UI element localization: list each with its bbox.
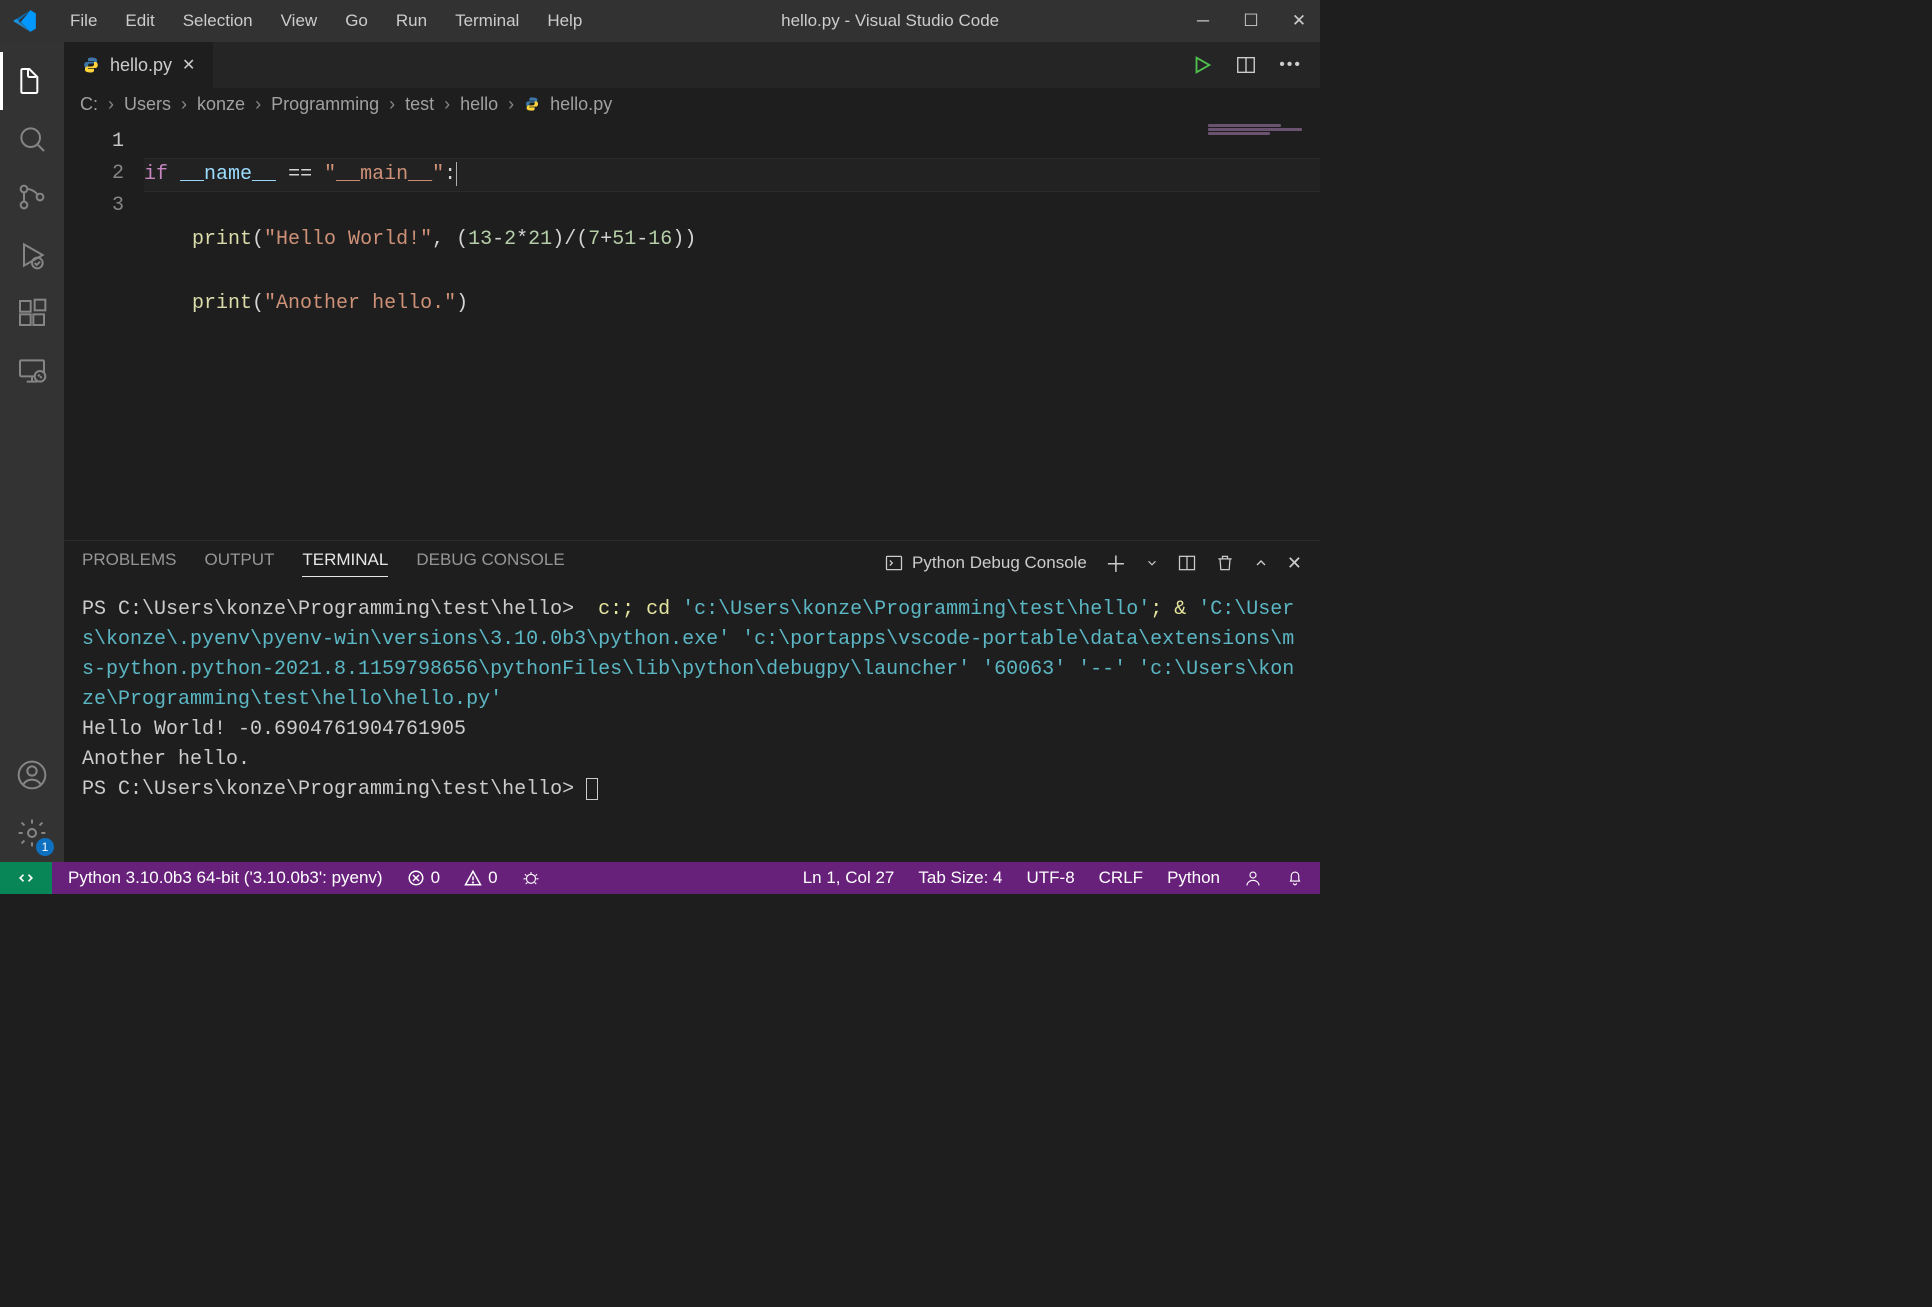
status-warnings[interactable]: 0 (460, 868, 501, 888)
breadcrumb-seg[interactable]: konze (197, 94, 245, 115)
close-icon[interactable]: ✕ (1290, 11, 1308, 31)
activity-explorer[interactable] (0, 52, 64, 110)
tab-hello-py[interactable]: hello.py ✕ (64, 42, 214, 88)
minimize-icon[interactable]: ─ (1194, 11, 1212, 31)
menu-edit[interactable]: Edit (111, 11, 168, 31)
breadcrumb-seg[interactable]: Users (124, 94, 171, 115)
maximize-panel-icon[interactable] (1253, 555, 1269, 571)
python-file-icon (82, 56, 100, 74)
activity-bar: 1 (0, 42, 64, 862)
editor-tabs: hello.py ✕ ••• (64, 42, 1320, 88)
activity-account[interactable] (0, 746, 64, 804)
more-actions-icon[interactable]: ••• (1279, 56, 1302, 74)
kill-terminal-icon[interactable] (1215, 553, 1235, 573)
python-file-icon (524, 96, 540, 112)
editor[interactable]: 1 2 3 if __name__ == "__main__": print("… (64, 120, 1320, 540)
activity-search[interactable] (0, 110, 64, 168)
status-indent[interactable]: Tab Size: 4 (914, 868, 1006, 888)
remote-indicator[interactable] (0, 862, 52, 894)
split-editor-icon[interactable] (1235, 54, 1257, 76)
tab-close-icon[interactable]: ✕ (182, 55, 195, 75)
status-debug[interactable] (518, 869, 544, 887)
activity-settings[interactable]: 1 (0, 804, 64, 862)
menu-view[interactable]: View (267, 11, 332, 31)
breadcrumb-seg[interactable]: test (405, 94, 434, 115)
statusbar: Python 3.10.0b3 64-bit ('3.10.0b3': pyen… (0, 862, 1320, 894)
terminal-dropdown-icon[interactable] (1145, 556, 1159, 570)
maximize-icon[interactable]: ☐ (1242, 11, 1260, 31)
panel-tab-output[interactable]: OUTPUT (204, 550, 274, 576)
status-feedback-icon[interactable] (1240, 869, 1266, 887)
split-terminal-icon[interactable] (1177, 553, 1197, 573)
menu-help[interactable]: Help (533, 11, 596, 31)
titlebar: File Edit Selection View Go Run Terminal… (0, 0, 1320, 42)
window-title: hello.py - Visual Studio Code (596, 11, 1184, 31)
menu-selection[interactable]: Selection (169, 11, 267, 31)
menu-terminal[interactable]: Terminal (441, 11, 533, 31)
close-panel-icon[interactable]: ✕ (1287, 553, 1302, 574)
menu-file[interactable]: File (56, 11, 111, 31)
terminal-content[interactable]: PS C:\Users\konze\Programming\test\hello… (64, 585, 1320, 862)
menu-go[interactable]: Go (331, 11, 382, 31)
bottom-panel: PROBLEMS OUTPUT TERMINAL DEBUG CONSOLE P… (64, 540, 1320, 862)
breadcrumb-seg[interactable]: hello (460, 94, 498, 115)
panel-tab-problems[interactable]: PROBLEMS (82, 550, 176, 576)
activity-remote-explorer[interactable] (0, 342, 64, 400)
status-encoding[interactable]: UTF-8 (1022, 868, 1078, 888)
status-language[interactable]: Python (1163, 868, 1224, 888)
status-cursor[interactable]: Ln 1, Col 27 (799, 868, 899, 888)
breadcrumb-seg[interactable]: Programming (271, 94, 379, 115)
minimap[interactable] (1200, 120, 1320, 148)
activity-scm[interactable] (0, 168, 64, 226)
menu-run[interactable]: Run (382, 11, 441, 31)
terminal-select[interactable]: Python Debug Console (884, 553, 1087, 573)
status-interpreter[interactable]: Python 3.10.0b3 64-bit ('3.10.0b3': pyen… (64, 868, 387, 888)
activity-extensions[interactable] (0, 284, 64, 342)
panel-tab-terminal[interactable]: TERMINAL (302, 550, 388, 577)
status-bell-icon[interactable] (1282, 869, 1308, 887)
status-errors[interactable]: 0 (403, 868, 444, 888)
panel-tab-debug-console[interactable]: DEBUG CONSOLE (416, 550, 564, 576)
run-button[interactable] (1191, 54, 1213, 76)
breadcrumb-seg[interactable]: C: (80, 94, 98, 115)
status-eol[interactable]: CRLF (1095, 868, 1147, 888)
code-area[interactable]: if __name__ == "__main__": print("Hello … (144, 120, 1320, 540)
new-terminal-icon[interactable]: ＋ (1105, 547, 1127, 579)
settings-badge: 1 (36, 838, 54, 856)
vscode-logo-icon (12, 8, 38, 34)
line-gutter: 1 2 3 (64, 120, 144, 540)
activity-debug[interactable] (0, 226, 64, 284)
breadcrumb[interactable]: C:› Users› konze› Programming› test› hel… (64, 88, 1320, 120)
breadcrumb-seg[interactable]: hello.py (550, 94, 612, 115)
tab-label: hello.py (110, 55, 172, 76)
